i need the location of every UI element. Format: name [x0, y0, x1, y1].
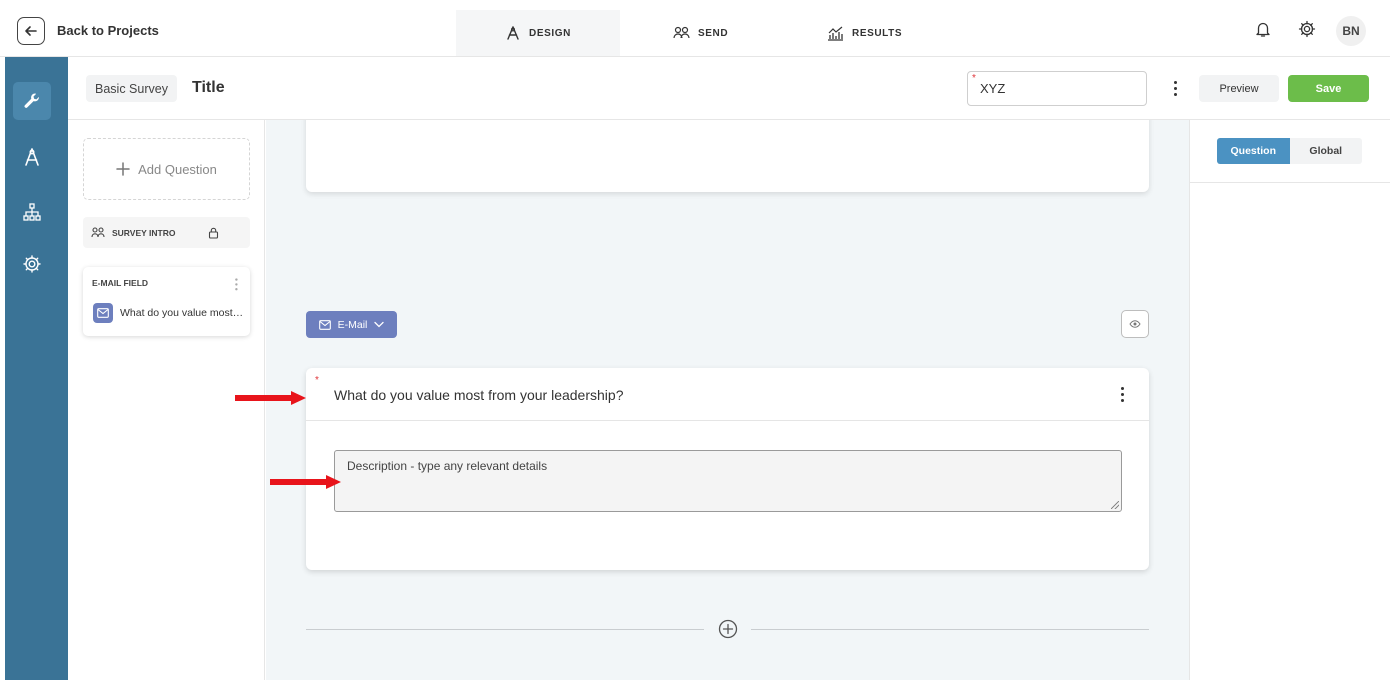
users-icon: [91, 227, 105, 238]
add-question-button[interactable]: Add Question: [83, 138, 250, 200]
tab-results[interactable]: RESULTS: [827, 10, 902, 56]
back-to-projects-link[interactable]: Back to Projects: [57, 23, 159, 38]
question-card-menu[interactable]: [230, 276, 241, 292]
tab-global[interactable]: Global: [1289, 138, 1362, 164]
gear-icon: [23, 255, 41, 273]
tab-question[interactable]: Question: [1217, 138, 1290, 164]
arrow-left-icon: [25, 26, 37, 36]
compass-icon: [25, 148, 39, 166]
rail-item-logic[interactable]: [13, 193, 51, 231]
avatar[interactable]: BN: [1336, 16, 1366, 46]
survey-intro-item[interactable]: SURVEY INTRO: [83, 217, 250, 248]
sitemap-icon: [23, 203, 41, 221]
rail-item-design[interactable]: [13, 138, 51, 176]
save-button[interactable]: Save: [1288, 75, 1369, 102]
compass-icon: [507, 26, 519, 40]
email-icon: [93, 303, 113, 323]
description-textarea[interactable]: Description - type any relevant details: [334, 450, 1122, 512]
users-icon: [673, 26, 690, 39]
question-card-email[interactable]: E-MAIL FIELD What do you value most from…: [83, 267, 250, 336]
visibility-toggle-button[interactable]: [1121, 310, 1149, 338]
survey-canvas: E-Mail * What do you value most from you…: [266, 120, 1189, 680]
question-type-dropdown-label: E-Mail: [337, 318, 368, 331]
email-icon: [318, 319, 331, 330]
description-placeholder: Description - type any relevant details: [347, 459, 548, 473]
properties-panel: Question Global: [1189, 120, 1390, 680]
question-type-dropdown[interactable]: E-Mail: [306, 311, 397, 338]
top-bar: Back to Projects DESIGN SEND RESULTS BN: [0, 0, 1390, 57]
required-marker: *: [315, 375, 319, 386]
resize-handle[interactable]: [1111, 501, 1119, 509]
properties-tabs: Question Global: [1217, 138, 1362, 164]
rail-item-settings[interactable]: [13, 245, 51, 283]
plus-icon: [116, 162, 130, 176]
question-title-row: * What do you value most from your leade…: [306, 368, 1149, 421]
survey-name-value: XYZ: [980, 81, 1006, 96]
chevron-down-icon: [374, 321, 385, 328]
notifications-button[interactable]: [1252, 18, 1274, 40]
question-card-text: What do you value most from your leaders…: [120, 307, 244, 319]
add-question-label: Add Question: [138, 161, 217, 177]
survey-type-chip[interactable]: Basic Survey: [86, 75, 177, 102]
survey-title[interactable]: Title: [192, 79, 225, 97]
question-title-input[interactable]: What do you value most from your leaders…: [334, 387, 623, 403]
survey-intro-label: SURVEY INTRO: [112, 227, 176, 238]
required-marker: *: [972, 73, 976, 84]
settings-button[interactable]: [1296, 18, 1318, 40]
tab-send[interactable]: SEND: [673, 10, 728, 56]
annotation-arrow-icon: [270, 475, 341, 489]
question-editor-card: * What do you value most from your leade…: [306, 368, 1149, 570]
rail-item-build[interactable]: [13, 82, 51, 120]
bell-icon: [1256, 22, 1270, 37]
question-type-label: E-MAIL FIELD: [92, 278, 149, 288]
plus-circle-icon: [718, 619, 738, 639]
left-rail: [5, 57, 68, 680]
more-options-button[interactable]: [1168, 78, 1182, 98]
lock-icon: [209, 227, 219, 239]
tab-design[interactable]: DESIGN: [456, 10, 620, 56]
divider-line-left: [306, 629, 704, 630]
add-question-inline-button[interactable]: [718, 619, 738, 639]
tab-results-label: RESULTS: [852, 27, 903, 39]
properties-header: Question Global: [1190, 120, 1390, 183]
chart-icon: [828, 26, 843, 41]
tab-send-label: SEND: [698, 27, 729, 39]
eye-icon: [1129, 320, 1141, 328]
previous-question-card[interactable]: [306, 120, 1149, 192]
survey-name-input[interactable]: * XYZ: [967, 71, 1147, 106]
gear-icon: [1298, 20, 1316, 38]
wrench-icon: [24, 93, 39, 108]
survey-header: Basic Survey Title * XYZ Preview Save: [68, 57, 1390, 120]
question-menu-button[interactable]: [1115, 384, 1129, 404]
tab-design-label: DESIGN: [529, 27, 571, 39]
divider-line-right: [751, 629, 1149, 630]
preview-button[interactable]: Preview: [1199, 75, 1279, 102]
annotation-arrow-icon: [235, 391, 306, 405]
back-button[interactable]: [17, 17, 45, 45]
